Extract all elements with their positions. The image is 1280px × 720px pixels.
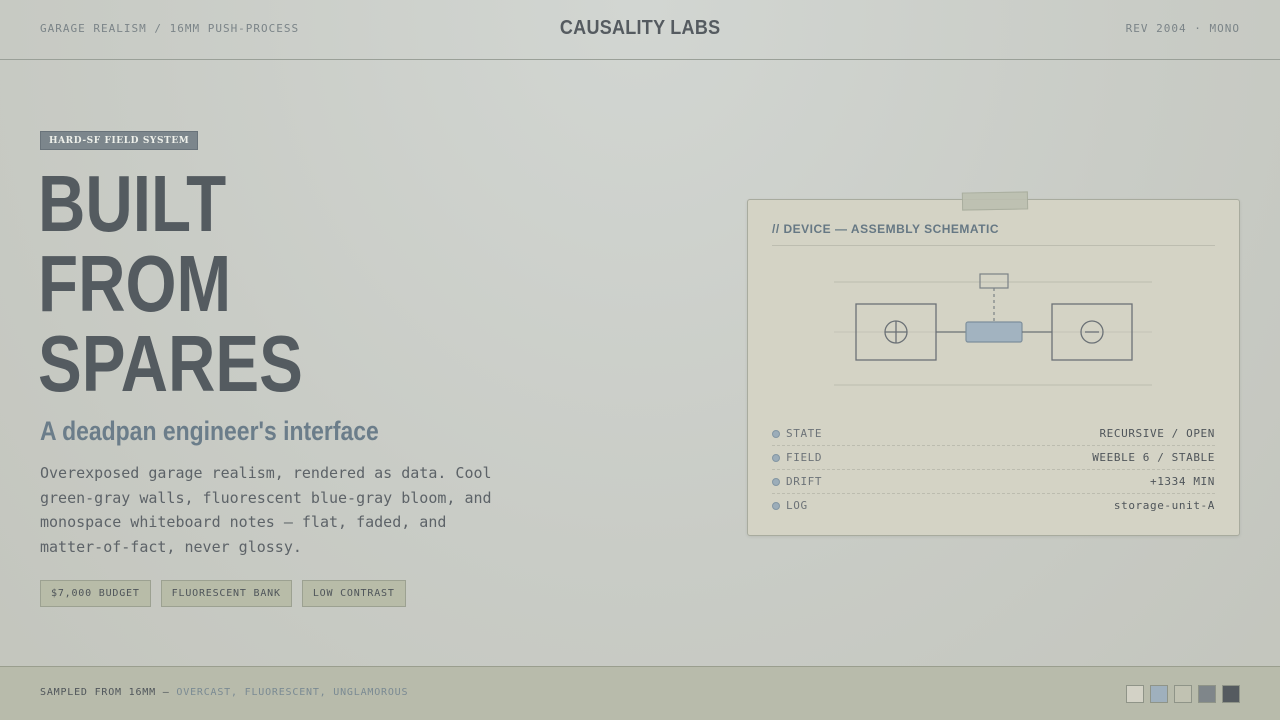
stat-key: DRIFT: [786, 475, 823, 488]
stat-value: +1334 MIN: [1149, 475, 1215, 488]
swatch-3[interactable]: [1174, 685, 1192, 703]
feature-chips: $7,000 BUDGET FLUORESCENT BANK LOW CONTR…: [40, 580, 406, 607]
footer-prefix: SAMPLED FROM 16MM —: [40, 687, 177, 698]
headline-line-1: BUILT: [38, 159, 227, 248]
hero-subhead: A deadpan engineer's interface: [40, 416, 379, 446]
stat-value: RECURSIVE / OPEN: [1099, 427, 1215, 440]
status-list: STATE RECURSIVE / OPEN FIELD WEEBLE 6 / …: [772, 422, 1215, 518]
footer-bar: SAMPLED FROM 16MM — OVERCAST, FLUORESCEN…: [0, 666, 1280, 720]
status-dot: [772, 430, 780, 438]
stat-key: STATE: [786, 427, 823, 440]
swatch-2[interactable]: [1150, 685, 1168, 703]
headline-line-3: SPARES: [38, 319, 303, 408]
stat-value: storage-unit-A: [1113, 499, 1215, 512]
stat-value: WEEBLE 6 / STABLE: [1092, 451, 1215, 464]
schematic-card: // DEVICE — ASSEMBLY SCHEMATIC STATE REC…: [747, 191, 1240, 536]
stat-key: LOG: [786, 499, 808, 512]
swatch-1[interactable]: [1126, 685, 1144, 703]
stat-key: FIELD: [786, 451, 823, 464]
footer-suffix: OVERCAST, FLUORESCENT, UNGLAMOROUS: [176, 687, 409, 698]
hero-headline: BUILT FROM SPARES: [38, 164, 303, 404]
color-swatches: [1126, 685, 1240, 703]
stat-row-state: STATE RECURSIVE / OPEN: [772, 422, 1215, 446]
status-dot: [772, 502, 780, 510]
top-bar: GARAGE REALISM / 16MM PUSH-PROCESS CAUSA…: [0, 0, 1280, 60]
headline-line-2: FROM: [38, 239, 232, 328]
category-tag: HARD-SF FIELD SYSTEM: [40, 131, 199, 150]
stat-row-field: FIELD WEEBLE 6 / STABLE: [772, 446, 1215, 470]
status-dot: [772, 478, 780, 486]
core-module: [965, 321, 1023, 343]
swatch-4[interactable]: [1198, 685, 1216, 703]
swatch-5[interactable]: [1222, 685, 1240, 703]
chip-budget: $7,000 BUDGET: [40, 580, 151, 607]
revision-label: REV 2004 · MONO: [1125, 22, 1240, 35]
assembly-schematic: [834, 273, 1152, 386]
chip-contrast: LOW CONTRAST: [301, 580, 406, 607]
tape-strip: [961, 191, 1029, 211]
brand-title[interactable]: CAUSALITY LABS: [0, 17, 1280, 40]
stat-row-log: LOG storage-unit-A: [772, 494, 1215, 518]
stat-row-drift: DRIFT +1334 MIN: [772, 470, 1215, 494]
footer-caption: SAMPLED FROM 16MM — OVERCAST, FLUORESCEN…: [40, 687, 408, 698]
hero-description: Overexposed garage realism, rendered as …: [40, 464, 492, 556]
brand-title-text: CAUSALITY LABS: [559, 17, 721, 39]
status-dot: [772, 454, 780, 462]
chip-fluorescent: FLUORESCENT BANK: [160, 580, 292, 607]
sensor-box: [979, 273, 1009, 289]
card-divider: [772, 245, 1215, 246]
card-title: // DEVICE — ASSEMBLY SCHEMATIC: [772, 222, 1000, 236]
